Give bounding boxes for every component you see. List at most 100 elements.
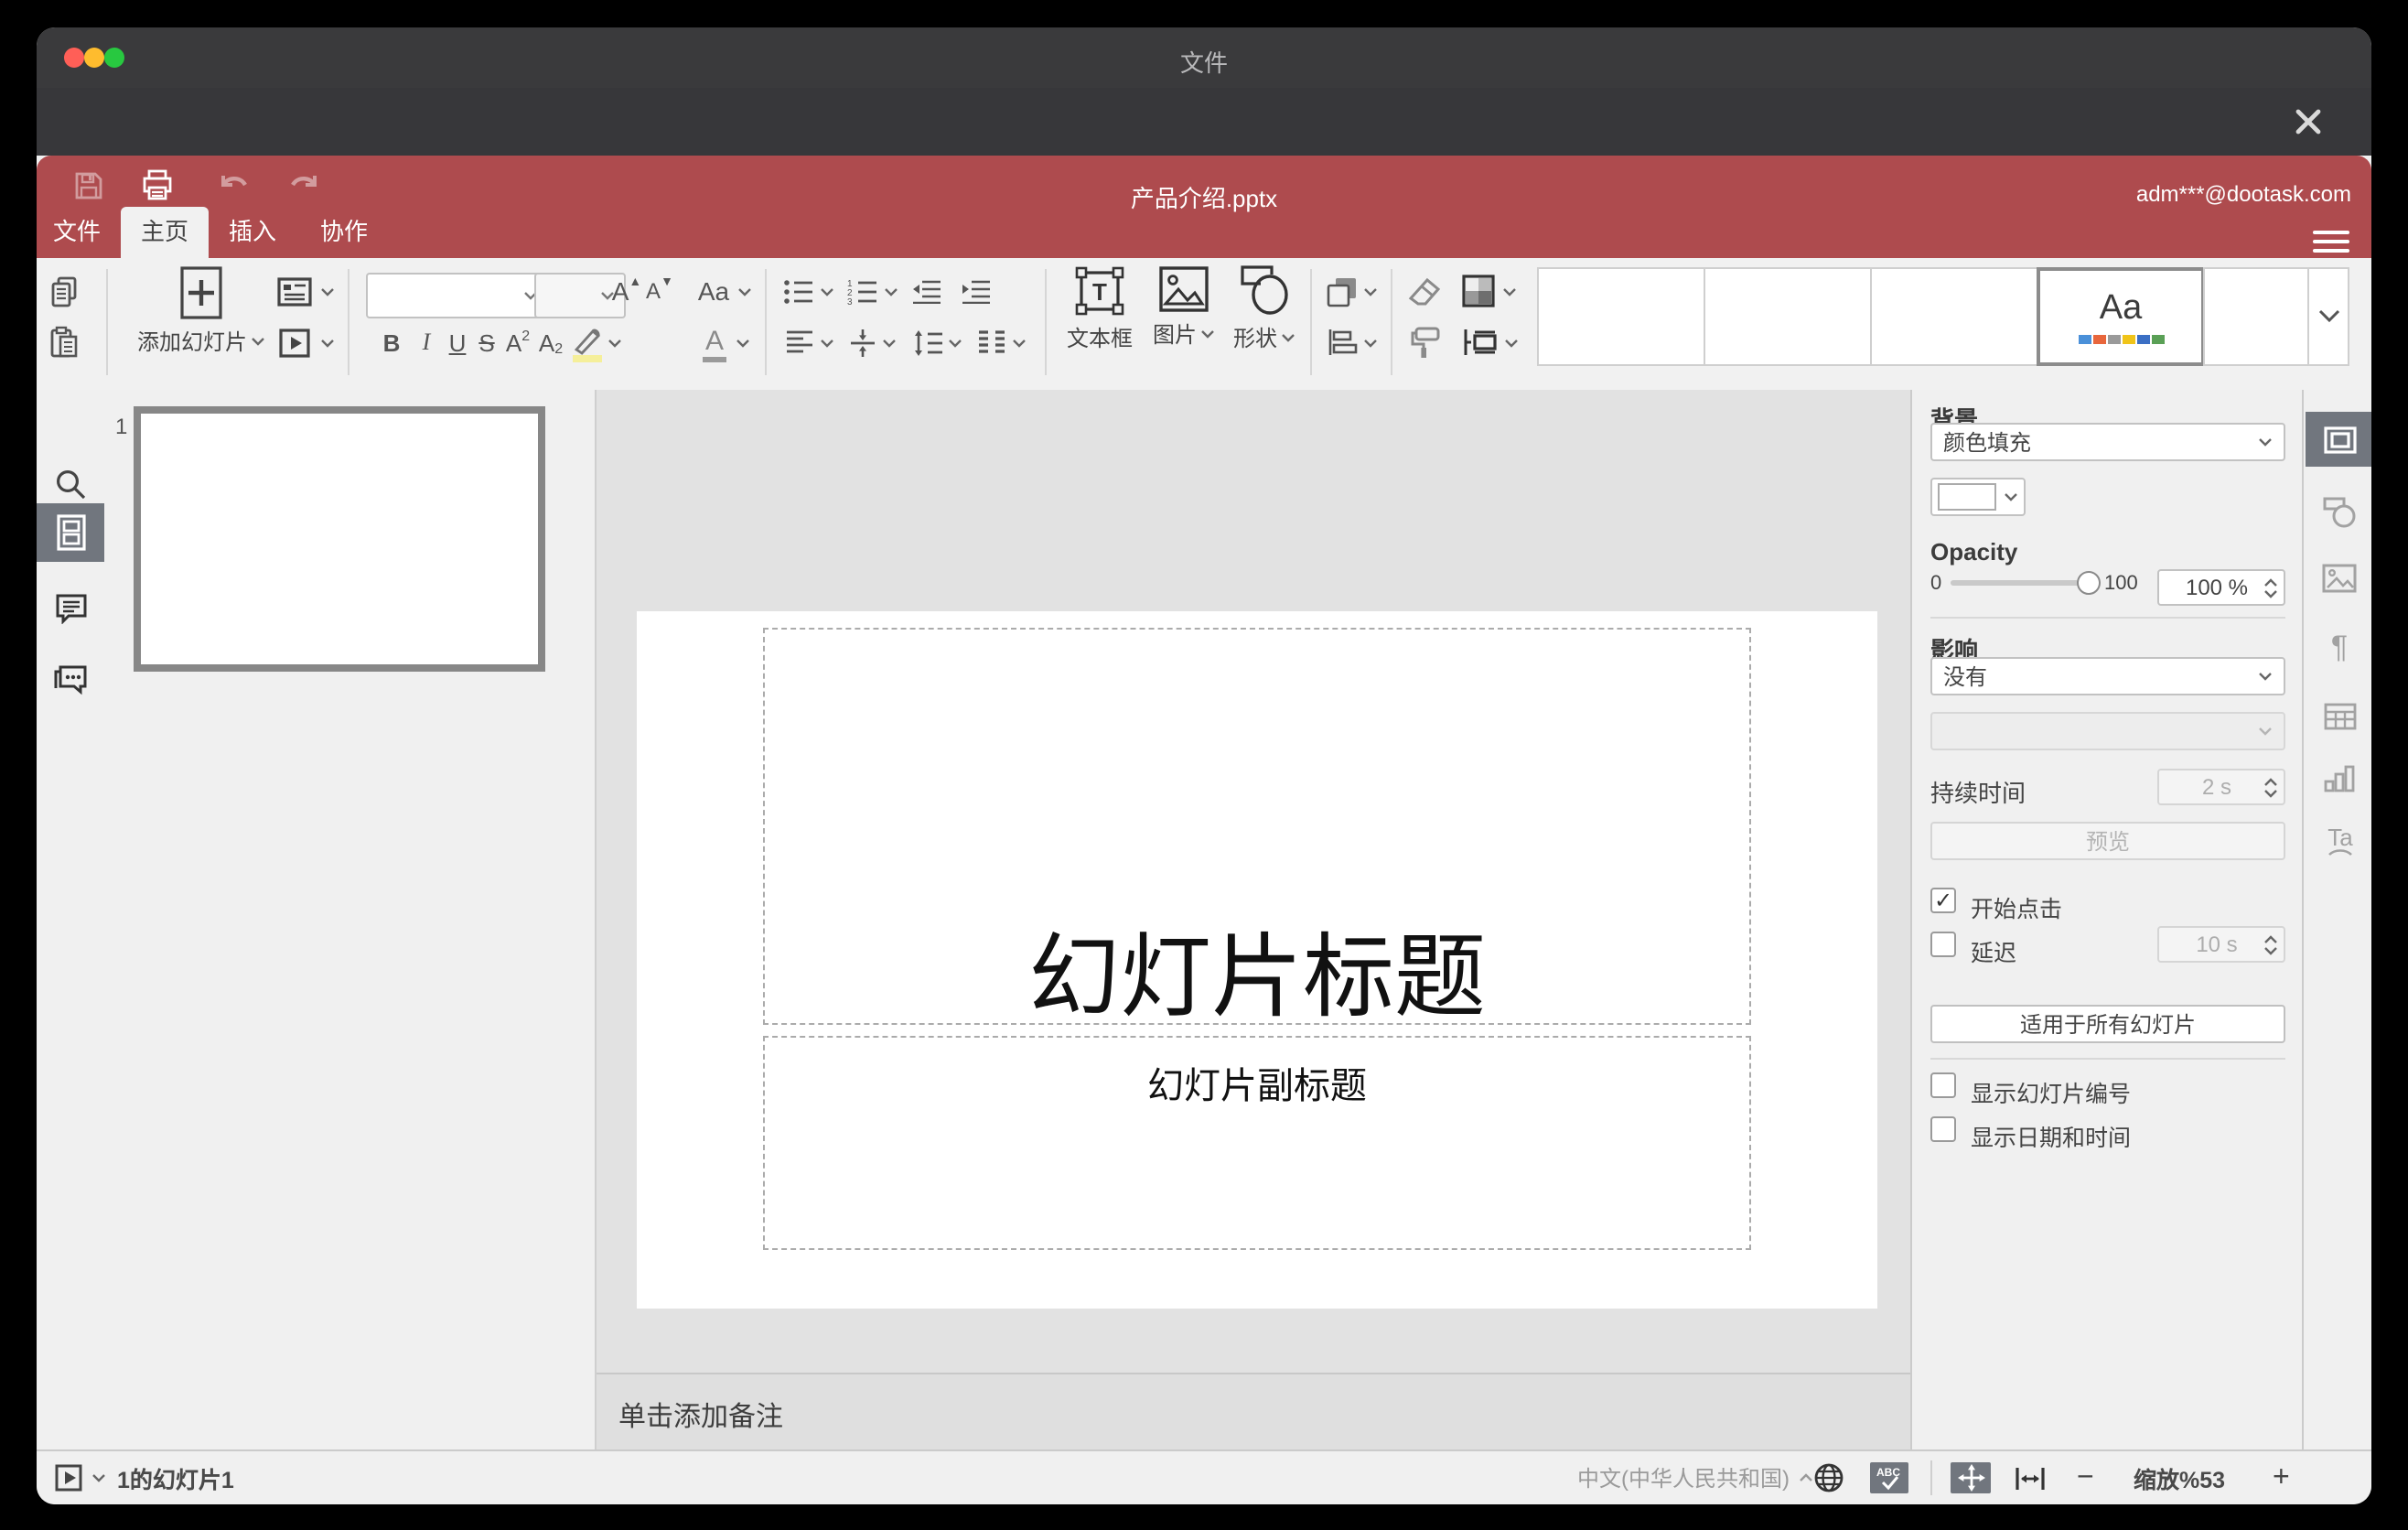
notes-placeholder[interactable]: 单击添加备注 [618, 1396, 783, 1435]
fit-width-icon[interactable] [2015, 1462, 2046, 1493]
bullet-list-icon[interactable] [779, 271, 838, 311]
textbox-button[interactable]: T 文本框 [1059, 265, 1140, 379]
increase-indent-icon[interactable] [957, 271, 994, 311]
theme-thumbnail[interactable] [2203, 267, 2309, 366]
paragraph-settings-icon[interactable]: ¶ [2306, 620, 2371, 675]
tab-home[interactable]: 主页 [121, 207, 209, 258]
spinner-up-icon [2263, 777, 2278, 786]
slides-panel-icon[interactable] [37, 503, 104, 562]
effect-select[interactable]: 没有 [1930, 657, 2285, 695]
slide-layout-button[interactable] [271, 271, 340, 311]
align-shape-icon[interactable] [1325, 322, 1380, 362]
opacity-spinner[interactable]: 100 % [2157, 569, 2285, 606]
slide-size-icon[interactable] [1458, 322, 1521, 362]
line-spacing-icon[interactable] [908, 322, 966, 362]
comments-icon[interactable] [37, 578, 104, 637]
tab-file[interactable]: 文件 [42, 207, 112, 258]
copy-icon[interactable] [44, 271, 84, 311]
delay-checkbox[interactable] [1930, 932, 1956, 957]
italic-icon[interactable]: I [414, 322, 439, 362]
decrease-indent-icon[interactable] [908, 271, 944, 311]
slide-canvas[interactable]: 幻灯片标题 幻灯片副标题 [597, 390, 1910, 1373]
theme-thumbnail[interactable] [1870, 267, 2038, 366]
shape-settings-icon[interactable] [2306, 485, 2371, 540]
preview-button[interactable]: 预览 [1930, 822, 2285, 860]
strikethrough-icon[interactable]: S [472, 322, 501, 362]
chat-icon[interactable] [37, 650, 104, 708]
spinner-down-icon[interactable] [2263, 588, 2278, 598]
superscript-icon[interactable]: A2 [501, 322, 534, 362]
horizontal-align-icon[interactable] [779, 322, 838, 362]
chart-settings-icon[interactable] [2306, 752, 2371, 807]
slide-title-text[interactable]: 幻灯片标题 [637, 904, 1877, 1036]
vertical-align-icon[interactable] [844, 322, 902, 362]
slides-thumbnail-pane: 1 [106, 390, 597, 1449]
numbered-list-icon[interactable]: 123 [844, 271, 902, 311]
columns-icon[interactable] [972, 322, 1030, 362]
textart-settings-icon[interactable]: Ta [2306, 814, 2371, 869]
shape-button[interactable]: 形状 [1226, 265, 1303, 379]
delay-spinner[interactable]: 10 s [2157, 926, 2285, 963]
opacity-slider-handle[interactable] [2077, 571, 2101, 595]
theme-preview-text: Aa [2099, 289, 2143, 328]
menu-icon[interactable] [2313, 231, 2349, 253]
chevron-down-icon[interactable] [91, 1473, 106, 1482]
theme-thumbnail[interactable] [1704, 267, 1872, 366]
language-selector[interactable]: 中文(中华人民共和国) [1577, 1462, 1813, 1493]
bold-icon[interactable]: B [377, 322, 406, 362]
theme-thumbnail[interactable] [1537, 267, 1705, 366]
zoom-in-button[interactable]: + [2273, 1461, 2290, 1493]
show-slide-number-checkbox[interactable] [1930, 1072, 1956, 1098]
increase-font-icon[interactable]: A ▲ [611, 271, 642, 311]
duration-spinner[interactable]: 2 s [2157, 769, 2285, 805]
fit-slide-icon[interactable] [1951, 1462, 1991, 1493]
table-settings-icon[interactable] [2306, 688, 2371, 743]
window-title: 文件 [1179, 49, 1228, 77]
show-date-checkbox[interactable] [1930, 1116, 1956, 1142]
theme-expand-button[interactable] [2307, 267, 2349, 366]
start-slideshow-status-icon[interactable] [55, 1462, 106, 1493]
spellcheck-language-icon[interactable] [1813, 1462, 1844, 1493]
chevron-down-icon [2258, 437, 2273, 447]
background-fill-select[interactable]: 颜色填充 [1930, 423, 2285, 461]
slide-thumbnail[interactable] [134, 406, 545, 672]
theme-thumbnail-selected[interactable]: Aa [2037, 267, 2205, 366]
chevron-down-icon [820, 286, 834, 296]
add-slide-button[interactable]: 添加幻灯片 [121, 265, 282, 379]
start-slideshow-button[interactable] [271, 322, 340, 362]
subscript-icon[interactable]: A2 [534, 322, 567, 362]
notes-area[interactable]: 单击添加备注 [597, 1373, 1910, 1449]
apply-to-all-slides-button[interactable]: 适用于所有幻灯片 [1930, 1005, 2285, 1043]
decrease-font-icon[interactable]: A ▼ [644, 271, 675, 311]
image-settings-icon[interactable] [2306, 551, 2371, 606]
clear-style-icon[interactable] [1405, 271, 1446, 311]
image-button[interactable]: 图片 [1145, 265, 1222, 379]
chevron-down-icon [736, 338, 750, 347]
copy-style-icon[interactable] [1405, 322, 1446, 362]
close-icon[interactable] [2295, 108, 2322, 145]
slide-settings-panel: 背景 颜色填充 Opacity 0 100 100 % 影响 没有 持续时间 2… [1910, 390, 2302, 1449]
delay-label: 延迟 [1971, 941, 2017, 966]
chevron-down-icon[interactable] [606, 322, 624, 362]
paste-icon[interactable] [44, 322, 84, 362]
start-on-click-checkbox[interactable]: ✓ [1930, 888, 1956, 913]
slide-subtitle-text[interactable]: 幻灯片副标题 [637, 1056, 1877, 1109]
slide-settings-icon[interactable] [2306, 412, 2371, 467]
background-color-swatch[interactable] [1930, 478, 2026, 516]
font-name-select[interactable] [366, 273, 549, 318]
effect-type-select[interactable] [1930, 712, 2285, 750]
account-email[interactable]: adm***@dootask.com [2136, 181, 2351, 207]
spellcheck-icon[interactable]: ABC [1870, 1462, 1908, 1493]
highlight-color-icon[interactable] [571, 322, 604, 362]
underline-icon[interactable]: U [443, 322, 472, 362]
spinner-up-icon[interactable] [2263, 577, 2278, 587]
tab-insert[interactable]: 插入 [218, 207, 287, 258]
change-case-icon[interactable]: Aa [693, 271, 756, 311]
tab-collaboration[interactable]: 协作 [309, 207, 379, 258]
opacity-slider-track[interactable] [1951, 580, 2082, 586]
color-scheme-icon[interactable] [1458, 271, 1521, 311]
arrange-shape-icon[interactable] [1325, 271, 1380, 311]
slide-page[interactable]: 幻灯片标题 幻灯片副标题 [637, 611, 1877, 1309]
zoom-out-button[interactable]: − [2077, 1461, 2094, 1493]
font-color-icon[interactable]: A [693, 322, 756, 362]
